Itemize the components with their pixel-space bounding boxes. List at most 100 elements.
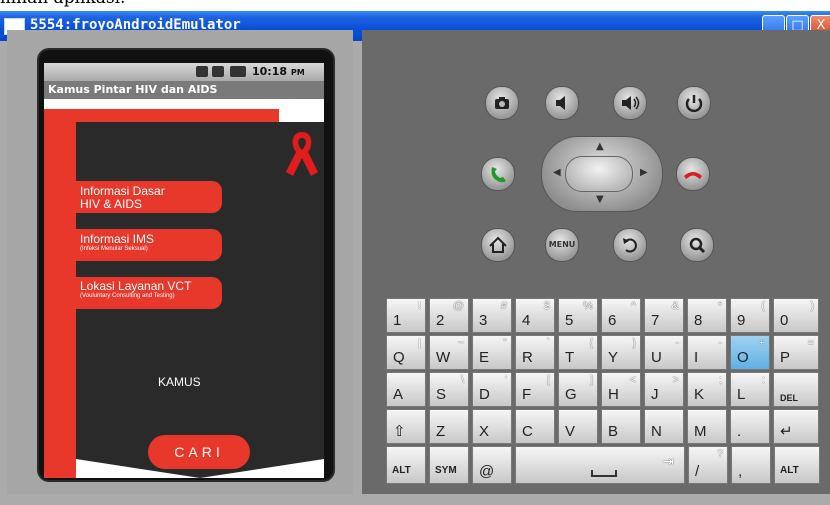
menu-line1: Informasi IMS [80, 232, 155, 246]
key-row3-7[interactable]: K; [687, 372, 727, 407]
key-row2-2[interactable]: E " [472, 335, 512, 370]
key-row1-1[interactable]: 2 @ [429, 298, 469, 333]
key-row4-5[interactable]: B [601, 409, 641, 444]
key-row4-3[interactable]: C [515, 409, 555, 444]
power-button[interactable] [677, 86, 711, 120]
key-row3-4[interactable]: G] [558, 372, 598, 407]
key-label: 4 [522, 312, 531, 329]
key-row4-4[interactable]: V [558, 409, 598, 444]
dpad-down-icon[interactable]: ▼ [596, 194, 604, 205]
key-alt-label: @ [452, 300, 464, 312]
key-row4-6[interactable]: N [644, 409, 684, 444]
key-row3-0[interactable]: A [386, 372, 426, 407]
phone-red-icon [684, 172, 702, 179]
dpad-right-icon[interactable]: ▶ [640, 167, 648, 178]
power-icon [685, 95, 703, 113]
sym-key[interactable]: SYM [429, 446, 469, 484]
key-alt-label: \ [460, 374, 464, 386]
slash-key[interactable]: /? [688, 446, 728, 484]
key-label: K [694, 386, 705, 403]
key-label: E [479, 349, 490, 366]
key-label: D [479, 386, 490, 403]
key-row4-0[interactable]: ⇧ [386, 409, 426, 444]
cari-button[interactable]: CARI [148, 435, 250, 469]
key-alt-label: % [583, 300, 593, 312]
menu-line2: HIV & AIDS [80, 197, 143, 211]
key-alt-label: $ [543, 300, 550, 312]
menu-line2: (Vouluntary Consulting and Testing) [80, 293, 175, 299]
key-row1-6[interactable]: 7 & [644, 298, 684, 333]
key-row3-6[interactable]: J > [644, 372, 684, 407]
key-row2-6[interactable]: U- [644, 335, 684, 370]
menu-lokasi-vct[interactable]: Lokasi Layanan VCT (Vouluntary Consultin… [76, 277, 222, 309]
key-label: G [565, 386, 577, 403]
key-alt-label: ! [417, 300, 421, 312]
key-row2-7[interactable]: I- [687, 335, 727, 370]
key-label: 0 [780, 312, 789, 329]
key-row3-2[interactable]: D ' [472, 372, 512, 407]
key-label: Q [393, 349, 405, 366]
key-row3-9[interactable]: DEL [773, 372, 819, 407]
signal-icon [212, 66, 224, 77]
key-alt-label: ( [761, 300, 765, 312]
key-row2-8[interactable]: O + [730, 335, 770, 370]
key-label: SYM [435, 465, 457, 476]
end-call-button[interactable] [676, 157, 710, 191]
volume-up-button[interactable] [613, 86, 647, 120]
key-alt-label: [ [546, 374, 550, 386]
dpad-center-button[interactable] [565, 156, 633, 192]
space-key[interactable]: ⇥ [515, 446, 685, 484]
key-row2-0[interactable]: Q | [386, 335, 426, 370]
key-row1-7[interactable]: 8 * [687, 298, 727, 333]
key-row1-3[interactable]: 4 $ [515, 298, 555, 333]
menu-info-hiv-aids[interactable]: Informasi Dasar HIV & AIDS [76, 181, 222, 213]
key-row4-9[interactable]: ↵ [773, 409, 819, 444]
volume-down-button[interactable] [545, 86, 579, 120]
at-key[interactable]: @ [472, 446, 512, 484]
dpad-up-icon[interactable]: ▲ [596, 141, 604, 152]
key-row2-3[interactable]: R ` [515, 335, 555, 370]
key-row2-4[interactable]: T{ [558, 335, 598, 370]
key-row1-8[interactable]: 9( [730, 298, 770, 333]
key-alt-label: } [632, 337, 636, 349]
key-row1-9[interactable]: 0) [773, 298, 819, 333]
call-button[interactable] [481, 157, 515, 191]
comma-key[interactable]: , [731, 446, 771, 484]
back-button[interactable] [613, 228, 647, 262]
alt-left-key[interactable]: ALT [386, 446, 426, 484]
key-row4-7[interactable]: M [687, 409, 727, 444]
camera-icon [495, 97, 509, 109]
alt-right-key[interactable]: ALT [774, 446, 820, 484]
phone-green-icon [491, 167, 506, 183]
key-row3-8[interactable]: L: [730, 372, 770, 407]
menu-button[interactable]: MENU [545, 228, 579, 262]
home-button[interactable] [481, 228, 515, 262]
key-alt-label: ? [716, 448, 723, 460]
key-row1-2[interactable]: 3 # [472, 298, 512, 333]
key-alt-label: { [589, 337, 593, 349]
key-row4-2[interactable]: X [472, 409, 512, 444]
camera-button[interactable] [485, 86, 519, 120]
key-label: ↵ [780, 423, 793, 440]
key-row1-4[interactable]: 5% [558, 298, 598, 333]
key-row2-9[interactable]: P = [773, 335, 819, 370]
menu-info-ims[interactable]: Informasi IMS (Infeksi Menular Seksual) [76, 229, 222, 261]
key-alt-label: ~ [457, 337, 464, 349]
key-label: T [565, 349, 575, 366]
key-row2-1[interactable]: W ~ [429, 335, 469, 370]
key-row3-3[interactable]: F[ [515, 372, 555, 407]
key-row4-1[interactable]: Z [429, 409, 469, 444]
key-row1-0[interactable]: 1! [386, 298, 426, 333]
space-icon [591, 470, 617, 477]
dpad-left-icon[interactable]: ◀ [553, 167, 561, 178]
phone-screen[interactable]: 10:18 PM Kamus Pintar HIV dan AIDS Infor… [44, 63, 324, 478]
key-row3-1[interactable]: S \ [429, 372, 469, 407]
key-label: 9 [737, 312, 746, 329]
key-row4-8[interactable]: . [730, 409, 770, 444]
key-label: F [522, 386, 532, 403]
key-alt-label: ] [589, 374, 593, 386]
key-row2-5[interactable]: Y} [601, 335, 641, 370]
search-button[interactable] [680, 228, 714, 262]
key-row3-5[interactable]: H < [601, 372, 641, 407]
key-row1-5[interactable]: 6 ^ [601, 298, 641, 333]
